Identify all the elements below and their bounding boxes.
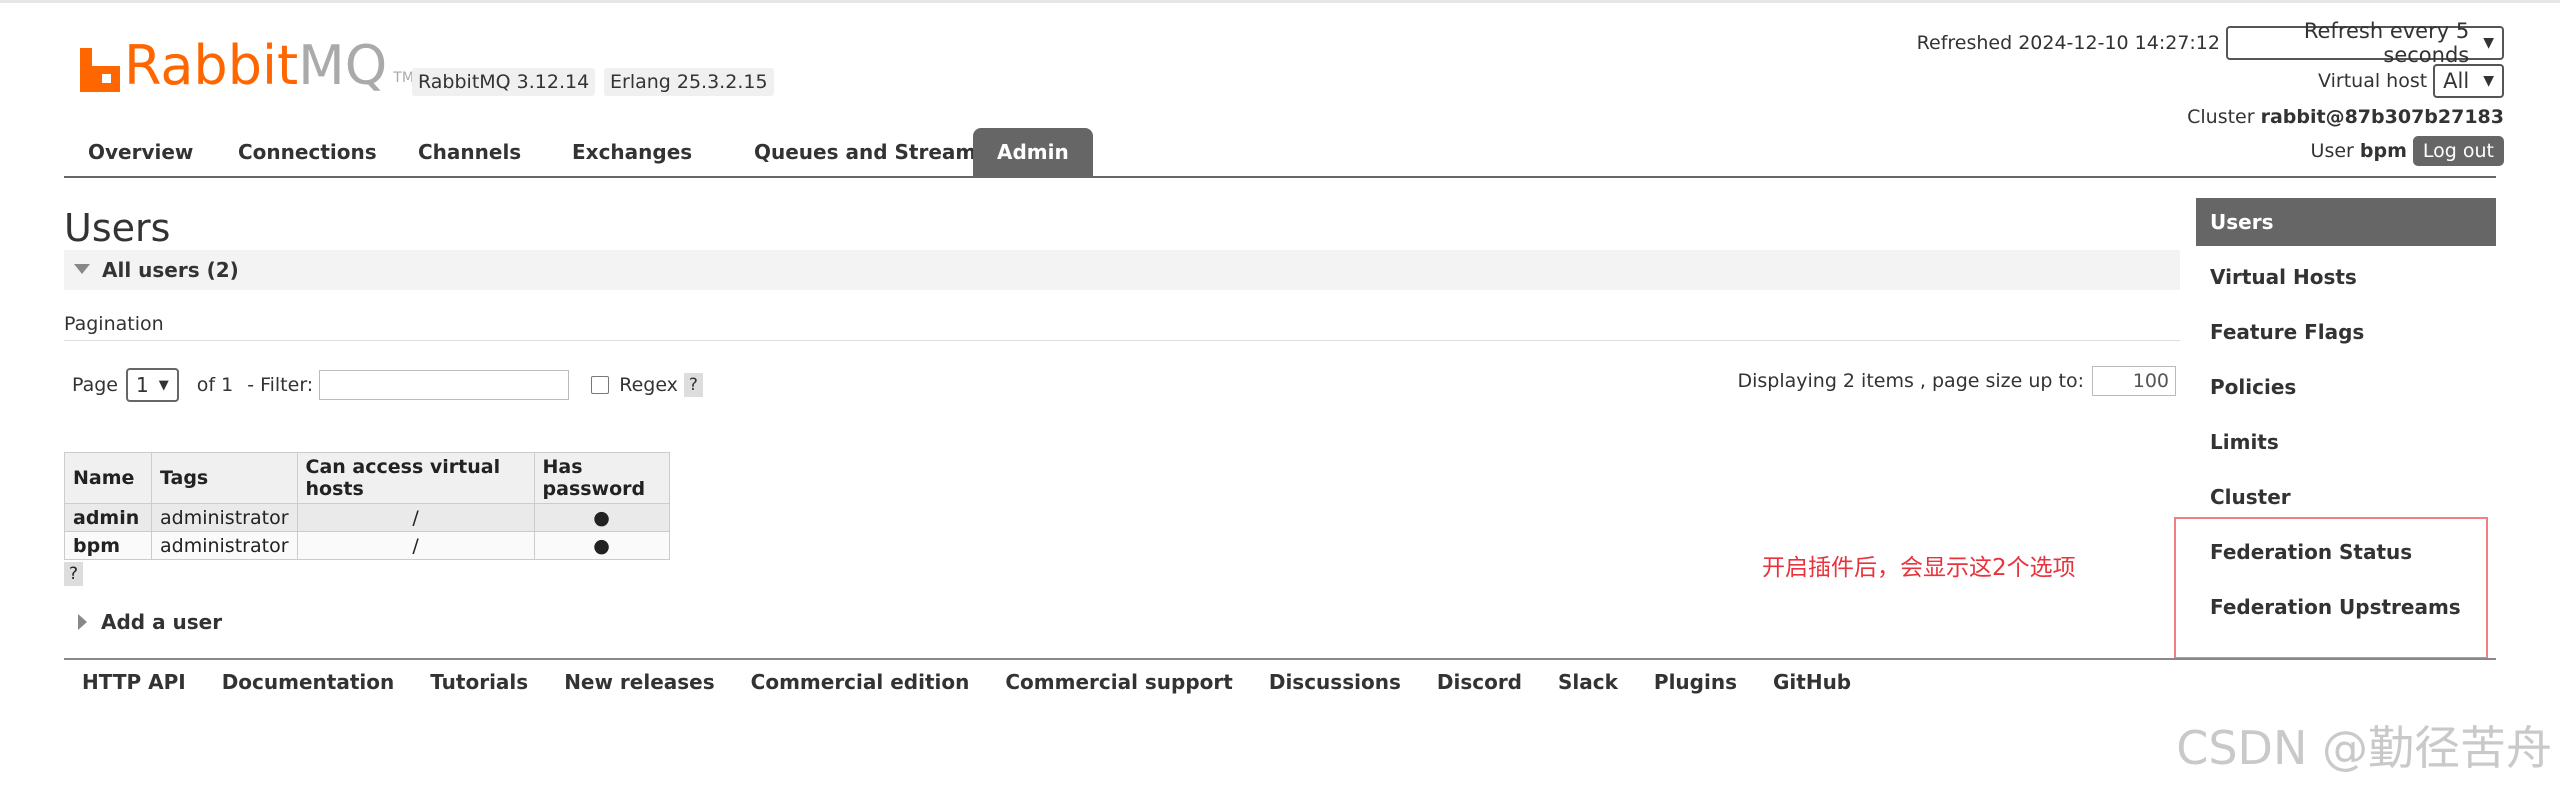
user-password-cell: ●	[533, 531, 670, 560]
section-label: All users (2)	[102, 258, 239, 282]
user-vhosts-cell: /	[296, 531, 535, 560]
table-row[interactable]: bpm administrator / ●	[64, 531, 670, 560]
page-select[interactable]: 1 ▼	[126, 368, 179, 402]
page-title: Users	[64, 206, 171, 250]
footer-link-commercial-support[interactable]: Commercial support	[1005, 670, 1233, 694]
rabbitmq-logo[interactable]: Rabbit MQ TM	[80, 34, 414, 97]
annotation-note: 开启插件后，会显示这2个选项	[1762, 555, 2076, 581]
add-user-label: Add a user	[101, 610, 223, 634]
filter-input[interactable]	[319, 370, 570, 400]
page-label: Page	[72, 374, 118, 396]
user-vhosts-cell: /	[296, 503, 535, 532]
annotation-highlight-box	[2174, 517, 2488, 659]
regex-checkbox[interactable]	[591, 376, 610, 394]
footer-link-plugins[interactable]: Plugins	[1654, 670, 1737, 694]
filter-label: - Filter:	[247, 374, 314, 396]
cluster-name: rabbit@87b307b27183	[2260, 106, 2504, 128]
display-info: Displaying 2 items , page size up to: 10…	[1737, 366, 2176, 396]
footer-link-commercial-edition[interactable]: Commercial edition	[751, 670, 970, 694]
table-help-button[interactable]: ?	[64, 562, 84, 586]
rabbitmq-version-badge: RabbitMQ 3.12.14	[412, 68, 596, 96]
chevron-down-icon: ▼	[158, 377, 169, 393]
pagination-heading: Pagination	[64, 313, 164, 335]
main-nav-tabs: Overview Connections Channels Exchanges …	[64, 128, 2496, 178]
watermark: CSDN @勤径苦舟	[2176, 721, 2552, 775]
cluster-label: Cluster	[2187, 106, 2255, 128]
user-tags-cell: administrator	[151, 503, 298, 532]
tab-channels[interactable]: Channels	[394, 128, 545, 176]
page-count: of 1	[196, 374, 234, 396]
col-name: Name	[64, 452, 152, 504]
chevron-down-icon: ▼	[2483, 73, 2494, 89]
user-name-cell[interactable]: admin	[64, 503, 152, 532]
table-row[interactable]: admin administrator / ●	[64, 503, 670, 532]
footer-link-new-releases[interactable]: New releases	[564, 670, 714, 694]
logo-text-rabbit: Rabbit	[124, 34, 299, 97]
rabbit-logo-icon	[80, 48, 120, 92]
footer-link-discussions[interactable]: Discussions	[1269, 670, 1401, 694]
tab-exchanges[interactable]: Exchanges	[548, 128, 716, 176]
top-border	[0, 0, 2560, 3]
col-vhosts: Can access virtual hosts	[296, 452, 535, 504]
col-has-password: Has password	[533, 452, 670, 504]
triangle-right-icon	[78, 614, 87, 630]
sidebar-item-policies[interactable]: Policies	[2196, 363, 2496, 418]
refreshed-timestamp: Refreshed 2024-12-10 14:27:12	[1916, 32, 2220, 54]
vhost-select[interactable]: All ▼	[2433, 64, 2504, 98]
user-name-cell[interactable]: bpm	[64, 531, 152, 560]
tab-queues-and-streams[interactable]: Queues and Streams	[730, 128, 1012, 176]
users-table: Name Tags Can access virtual hosts Has p…	[64, 452, 670, 560]
sidebar-item-users[interactable]: Users	[2196, 198, 2496, 246]
sidebar-item-virtual-hosts[interactable]: Virtual Hosts	[2196, 253, 2496, 308]
footer-link-tutorials[interactable]: Tutorials	[430, 670, 528, 694]
regex-help-button[interactable]: ?	[683, 373, 703, 397]
tab-overview[interactable]: Overview	[64, 128, 217, 176]
vhost-label: Virtual host	[2318, 70, 2428, 92]
footer-link-github[interactable]: GitHub	[1773, 670, 1851, 694]
triangle-down-icon	[74, 264, 90, 274]
all-users-section-toggle[interactable]: All users (2)	[64, 250, 2180, 290]
pagination-controls: Page 1 ▼ of 1 - Filter: Regex ?	[64, 368, 703, 402]
col-tags: Tags	[151, 452, 298, 504]
footer-link-documentation[interactable]: Documentation	[222, 670, 395, 694]
tab-connections[interactable]: Connections	[214, 128, 401, 176]
user-tags-cell: administrator	[151, 531, 298, 560]
footer-divider	[64, 658, 2496, 660]
footer-link-http-api[interactable]: HTTP API	[82, 670, 186, 694]
erlang-version-badge: Erlang 25.3.2.15	[604, 68, 774, 96]
tab-admin[interactable]: Admin	[973, 128, 1093, 176]
page-size-input[interactable]: 100	[2092, 366, 2176, 396]
refresh-interval-select[interactable]: Refresh every 5 seconds ▼	[2226, 19, 2504, 67]
footer-links: HTTP API Documentation Tutorials New rel…	[82, 670, 1887, 694]
add-user-toggle[interactable]: Add a user	[78, 610, 222, 634]
sidebar-item-feature-flags[interactable]: Feature Flags	[2196, 308, 2496, 363]
display-count-label: Displaying 2 items , page size up to:	[1737, 370, 2084, 392]
footer-link-discord[interactable]: Discord	[1437, 670, 1522, 694]
divider	[64, 340, 2180, 341]
user-password-cell: ●	[533, 503, 670, 532]
table-header-row: Name Tags Can access virtual hosts Has p…	[64, 452, 670, 504]
footer-link-slack[interactable]: Slack	[1558, 670, 1618, 694]
sidebar-item-limits[interactable]: Limits	[2196, 418, 2496, 473]
logo-trademark: TM	[393, 70, 414, 86]
chevron-down-icon: ▼	[2483, 35, 2494, 51]
regex-label: Regex	[619, 374, 678, 396]
logo-text-mq: MQ	[298, 34, 388, 97]
